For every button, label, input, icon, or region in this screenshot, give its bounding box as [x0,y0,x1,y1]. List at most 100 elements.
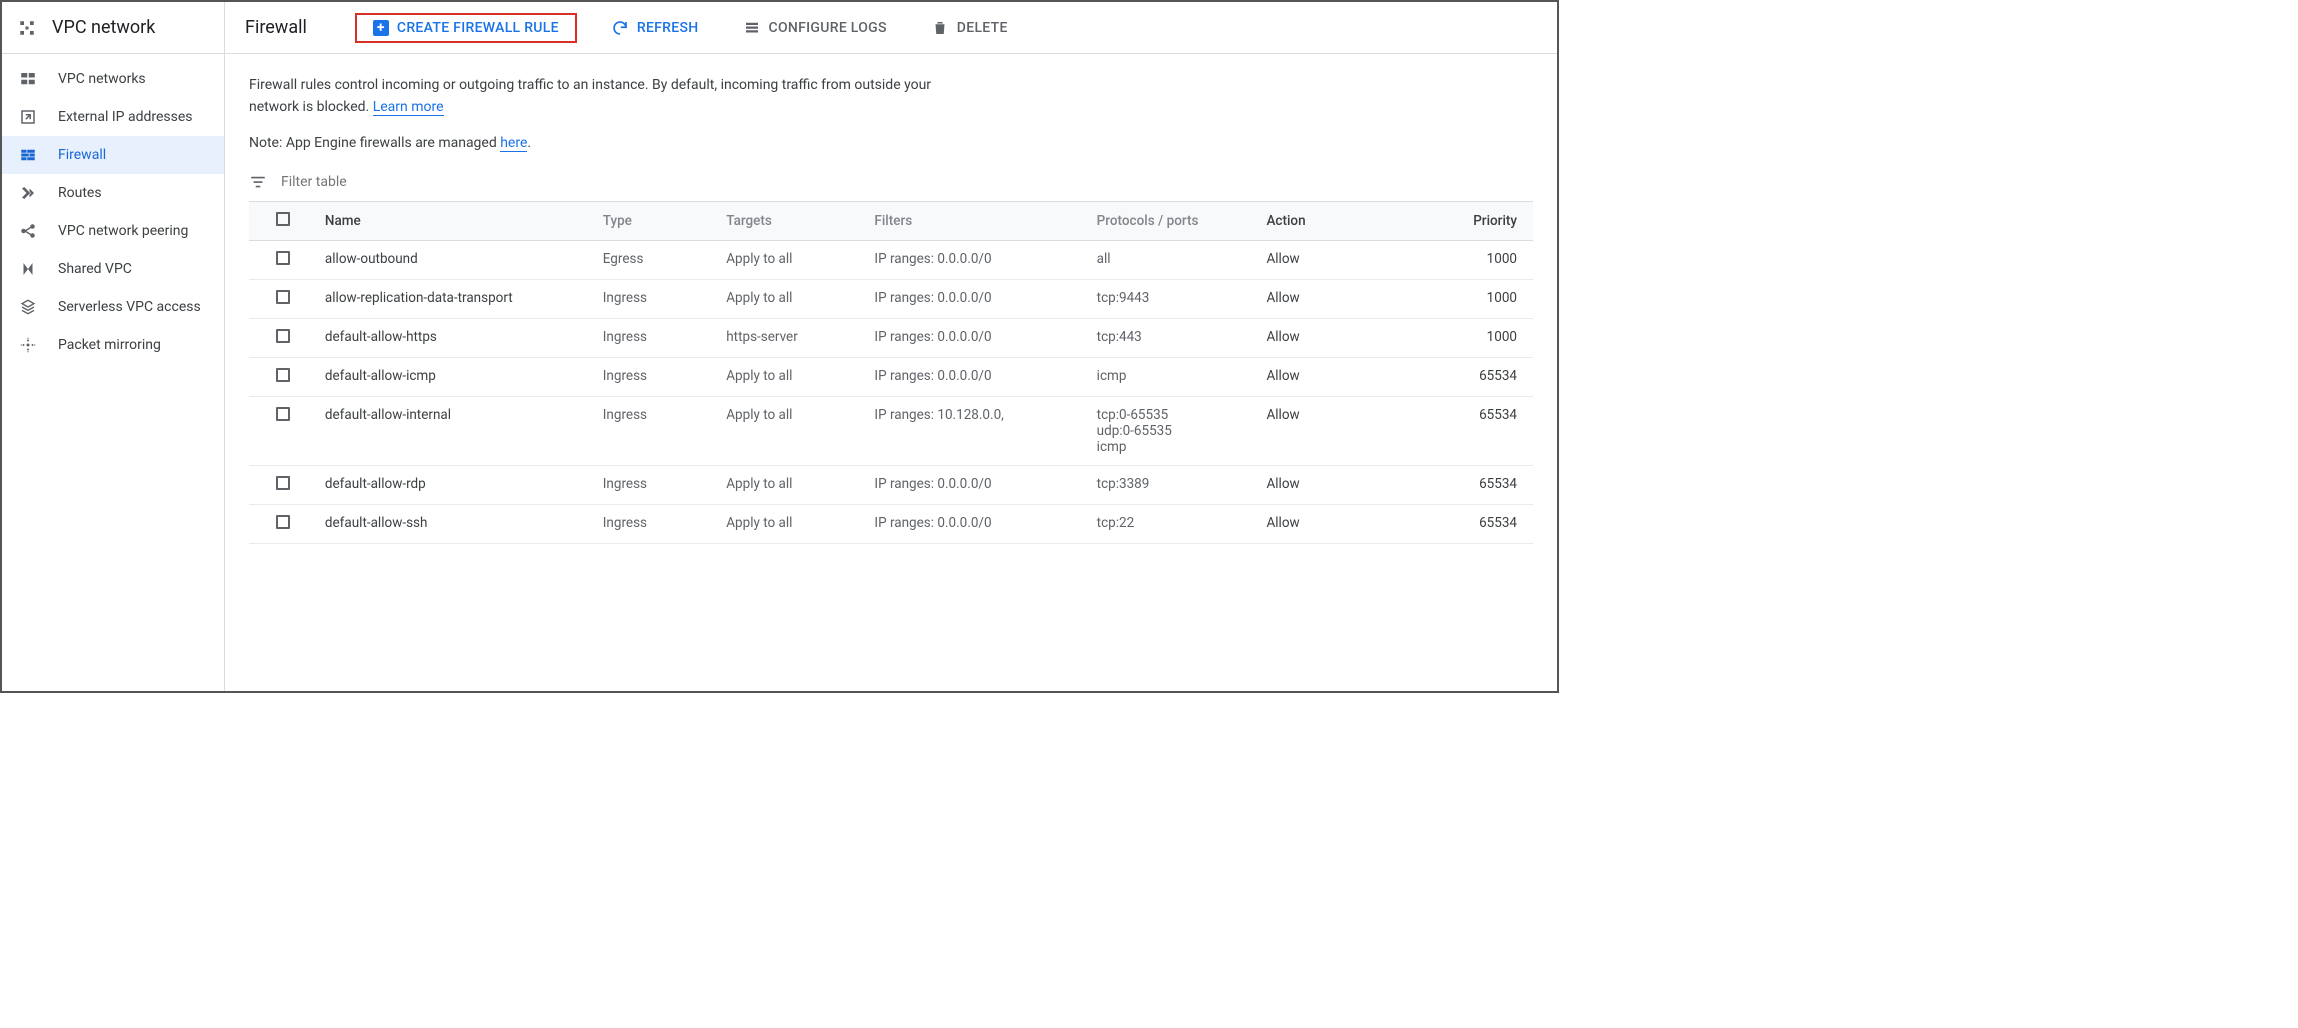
cell-filters: IP ranges: 0.0.0.0/0 [866,318,1088,357]
table-row[interactable]: default-allow-httpsIngresshttps-serverIP… [249,318,1533,357]
sidebar-item-label: Serverless VPC access [58,299,201,315]
sidebar-item-vpc-networks[interactable]: VPC networks [2,60,224,98]
cell-filters: IP ranges: 0.0.0.0/0 [866,504,1088,543]
main-panel: Firewall + CREATE FIREWALL RULE REFRESH … [225,2,1557,691]
firewall-icon [18,146,38,164]
refresh-label: REFRESH [637,20,699,36]
cell-protocols: all [1089,240,1259,279]
col-header-priority[interactable]: Priority [1428,201,1533,240]
table-header-row: Name Type Targets Filters Protocols / po… [249,201,1533,240]
delete-button[interactable]: DELETE [921,13,1018,43]
cell-name: default-allow-rdp [317,465,595,504]
configure-logs-button[interactable]: CONFIGURE LOGS [733,13,897,43]
cell-action: Allow [1258,279,1428,318]
note-suffix: . [527,135,531,151]
cell-protocols: tcp:443 [1089,318,1259,357]
cell-targets: Apply to all [718,279,866,318]
delete-label: DELETE [957,20,1008,36]
sidebar-item-packet-mirroring[interactable]: Packet mirroring [2,326,224,364]
table-row[interactable]: default-allow-rdpIngressApply to allIP r… [249,465,1533,504]
cell-filters: IP ranges: 0.0.0.0/0 [866,240,1088,279]
row-checkbox[interactable] [276,290,290,304]
cell-name: default-allow-https [317,318,595,357]
shared-vpc-icon [18,260,38,278]
routes-icon [18,184,38,202]
col-header-action[interactable]: Action [1258,201,1428,240]
sidebar-item-label: VPC network peering [58,223,188,239]
cell-name: default-allow-internal [317,396,595,465]
cell-type: Ingress [595,465,718,504]
cell-action: Allow [1258,465,1428,504]
peering-icon [18,222,38,240]
cell-targets: Apply to all [718,465,866,504]
col-header-targets[interactable]: Targets [718,201,866,240]
product-title: VPC network [52,17,155,38]
refresh-icon [611,19,629,37]
cell-priority: 65534 [1428,465,1533,504]
col-header-filters[interactable]: Filters [866,201,1088,240]
sidebar-item-label: Routes [58,185,102,201]
row-checkbox[interactable] [276,476,290,490]
cell-targets: Apply to all [718,240,866,279]
create-firewall-rule-button[interactable]: + CREATE FIREWALL RULE [355,13,577,43]
row-checkbox[interactable] [276,251,290,265]
sidebar-item-label: Packet mirroring [58,337,161,353]
row-checkbox[interactable] [276,368,290,382]
cell-priority: 65534 [1428,357,1533,396]
note-prefix: Note: App Engine firewalls are managed [249,135,500,151]
select-all-checkbox[interactable] [276,212,290,226]
cell-targets: Apply to all [718,504,866,543]
cell-action: Allow [1258,240,1428,279]
cell-protocols: tcp:0-65535 udp:0-65535 icmp [1089,396,1259,465]
filter-input[interactable] [281,174,481,190]
cell-type: Egress [595,240,718,279]
cell-type: Ingress [595,357,718,396]
filter-icon[interactable] [249,173,267,191]
cell-action: Allow [1258,396,1428,465]
cell-action: Allow [1258,357,1428,396]
sidebar-item-routes[interactable]: Routes [2,174,224,212]
col-header-type[interactable]: Type [595,201,718,240]
cell-name: allow-outbound [317,240,595,279]
row-checkbox[interactable] [276,515,290,529]
cell-filters: IP ranges: 0.0.0.0/0 [866,279,1088,318]
cell-action: Allow [1258,504,1428,543]
external-ip-icon [18,108,38,126]
table-row[interactable]: allow-replication-data-transportIngressA… [249,279,1533,318]
cell-type: Ingress [595,279,718,318]
col-header-protocols[interactable]: Protocols / ports [1089,201,1259,240]
sidebar: VPC network VPC networks External IP add… [2,2,225,691]
description-prefix: Firewall rules control incoming or outgo… [249,77,931,115]
note-text: Note: App Engine firewalls are managed h… [249,135,1533,151]
sidebar-item-external-ip[interactable]: External IP addresses [2,98,224,136]
sidebar-item-label: Shared VPC [58,261,132,277]
cell-targets: Apply to all [718,357,866,396]
sidebar-item-peering[interactable]: VPC network peering [2,212,224,250]
row-checkbox[interactable] [276,329,290,343]
cell-action: Allow [1258,318,1428,357]
cell-filters: IP ranges: 0.0.0.0/0 [866,357,1088,396]
sidebar-item-firewall[interactable]: Firewall [2,136,224,174]
content-area: Firewall rules control incoming or outgo… [225,54,1557,564]
sidebar-item-shared-vpc[interactable]: Shared VPC [2,250,224,288]
cell-protocols: icmp [1089,357,1259,396]
sidebar-item-label: External IP addresses [58,109,193,125]
packet-mirroring-icon [18,336,38,354]
table-row[interactable]: default-allow-sshIngressApply to allIP r… [249,504,1533,543]
cell-targets: Apply to all [718,396,866,465]
appengine-here-link[interactable]: here [500,135,527,152]
description-text: Firewall rules control incoming or outgo… [249,74,949,119]
table-row[interactable]: default-allow-internalIngressApply to al… [249,396,1533,465]
sidebar-item-serverless-vpc[interactable]: Serverless VPC access [2,288,224,326]
plus-icon: + [373,20,389,36]
cell-protocols: tcp:3389 [1089,465,1259,504]
col-header-name[interactable]: Name [317,201,595,240]
learn-more-link[interactable]: Learn more [373,99,444,116]
filter-row [249,173,1533,191]
table-row[interactable]: allow-outboundEgressApply to allIP range… [249,240,1533,279]
refresh-button[interactable]: REFRESH [601,13,709,43]
table-row[interactable]: default-allow-icmpIngressApply to allIP … [249,357,1533,396]
sidebar-nav: VPC networks External IP addresses Firew… [2,54,224,364]
logs-icon [743,19,761,37]
row-checkbox[interactable] [276,407,290,421]
